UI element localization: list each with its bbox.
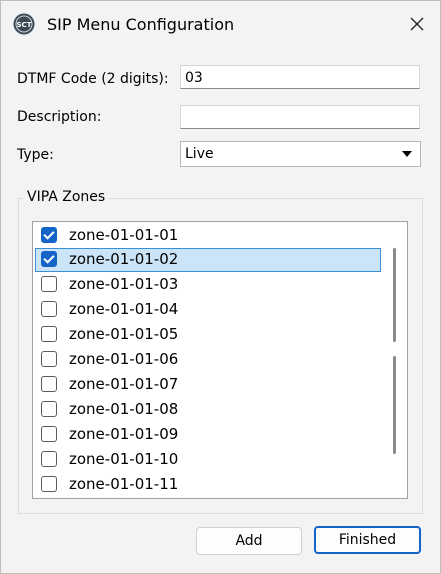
zone-label: zone-01-01-10: [69, 450, 179, 468]
zone-label: zone-01-01-06: [69, 350, 179, 368]
zone-checkbox[interactable]: [41, 251, 57, 267]
type-label: Type:: [17, 147, 54, 163]
dtmf-code-input[interactable]: 03: [180, 65, 420, 89]
zone-label: zone-01-01-09: [69, 425, 179, 443]
close-button[interactable]: [394, 1, 440, 47]
zone-checkbox[interactable]: [41, 326, 57, 342]
zone-checkbox[interactable]: [41, 451, 57, 467]
description-input[interactable]: [180, 105, 420, 129]
zone-label: zone-01-01-05: [69, 325, 179, 343]
zone-checkbox[interactable]: [41, 351, 57, 367]
zone-checkbox[interactable]: [41, 476, 57, 492]
zone-list-item[interactable]: zone-01-01-07: [35, 373, 381, 397]
zone-list-item[interactable]: zone-01-01-11: [35, 473, 381, 497]
dtmf-code-label: DTMF Code (2 digits):: [17, 71, 169, 87]
zone-checkbox[interactable]: [41, 426, 57, 442]
zone-list-item[interactable]: zone-01-01-06: [35, 348, 381, 372]
zone-label: zone-01-01-02: [69, 250, 179, 268]
zone-list-item[interactable]: zone-01-01-08: [35, 398, 381, 422]
scrollbar-thumb[interactable]: [393, 248, 396, 342]
zones-checklist[interactable]: zone-01-01-01 zone-01-01-02 zone-01-01-0…: [32, 221, 408, 499]
zone-label: zone-01-01-03: [69, 275, 179, 293]
zone-label: zone-01-01-04: [69, 300, 179, 318]
chevron-down-icon: [402, 151, 412, 157]
add-button[interactable]: Add: [196, 527, 302, 555]
description-label: Description:: [17, 109, 102, 125]
finished-button[interactable]: Finished: [314, 526, 421, 554]
zone-list-item[interactable]: zone-01-01-03: [35, 273, 381, 297]
zone-list-item[interactable]: zone-01-01-04: [35, 298, 381, 322]
zone-list-item[interactable]: zone-01-01-01: [35, 224, 381, 248]
zone-list-item[interactable]: zone-01-01-05: [35, 323, 381, 347]
zone-label: zone-01-01-08: [69, 400, 179, 418]
window-title: SIP Menu Configuration: [47, 15, 235, 34]
type-selected-value: Live: [185, 146, 214, 162]
zone-list-item[interactable]: zone-01-01-09: [35, 423, 381, 447]
title-bar[interactable]: SCT SIP Menu Configuration: [1, 1, 440, 49]
zone-checkbox[interactable]: [41, 376, 57, 392]
dialog-body: DTMF Code (2 digits): 03 Description: Ty…: [1, 49, 440, 573]
zone-label: zone-01-01-07: [69, 375, 179, 393]
zone-list-item[interactable]: zone-01-01-10: [35, 448, 381, 472]
svg-text:SCT: SCT: [17, 21, 32, 29]
zone-checkbox[interactable]: [41, 401, 57, 417]
zone-label: zone-01-01-01: [69, 226, 179, 244]
type-dropdown[interactable]: Live: [180, 141, 421, 167]
sct-logo-icon: SCT: [13, 13, 35, 35]
zone-checkbox[interactable]: [41, 227, 57, 243]
close-icon: [410, 17, 424, 31]
dialog-window: SCT SIP Menu Configuration DTMF Code (2 …: [0, 0, 441, 574]
scrollbar-track-segment[interactable]: [393, 356, 396, 454]
vipa-zones-group-title: VIPA Zones: [23, 189, 110, 205]
zone-label: zone-01-01-11: [69, 475, 179, 493]
zone-checkbox[interactable]: [41, 276, 57, 292]
zone-list-item[interactable]: zone-01-01-02: [35, 248, 381, 272]
zone-checkbox[interactable]: [41, 301, 57, 317]
